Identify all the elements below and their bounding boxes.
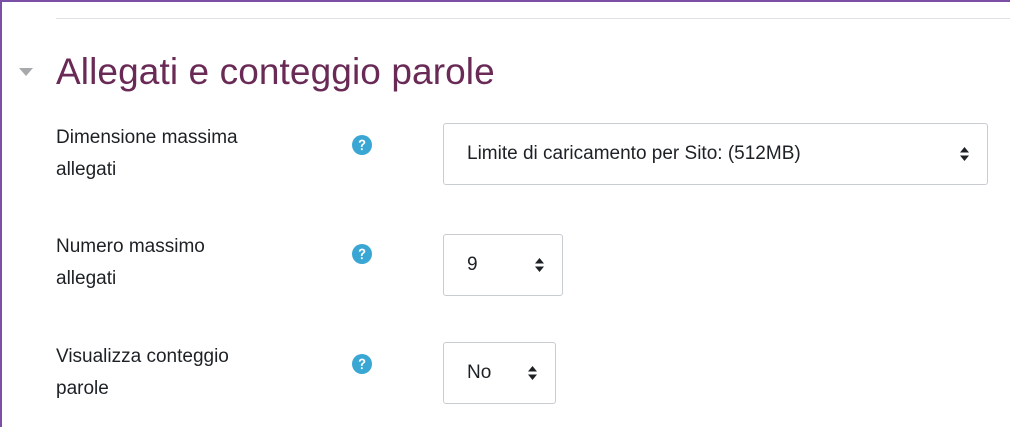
sort-arrows-icon: [959, 146, 970, 162]
field-label: Numero massimo allegati: [56, 236, 205, 289]
divider: [56, 18, 1010, 19]
word-count-select[interactable]: No: [443, 342, 556, 404]
caret-down-icon[interactable]: [18, 52, 46, 92]
question-circle-icon[interactable]: [351, 353, 373, 375]
section-title[interactable]: Allegati e conteggio parole: [46, 44, 495, 100]
max-files-select[interactable]: 9: [443, 234, 563, 296]
section-header[interactable]: Allegati e conteggio parole: [18, 44, 495, 100]
max-bytes-select[interactable]: Limite di caricamento per Sito: (512MB): [443, 123, 988, 185]
select-value: Limite di caricamento per Sito: (512MB): [467, 143, 801, 164]
field-label: Dimensione massima allegati: [56, 127, 238, 180]
field-label: Visualizza conteggio parole: [56, 346, 229, 399]
select-value: No: [467, 362, 492, 383]
question-circle-icon[interactable]: [351, 134, 373, 156]
sort-arrows-icon: [527, 365, 538, 381]
select-value: 9: [467, 254, 478, 275]
sort-arrows-icon: [534, 257, 545, 273]
question-circle-icon[interactable]: [351, 243, 373, 265]
